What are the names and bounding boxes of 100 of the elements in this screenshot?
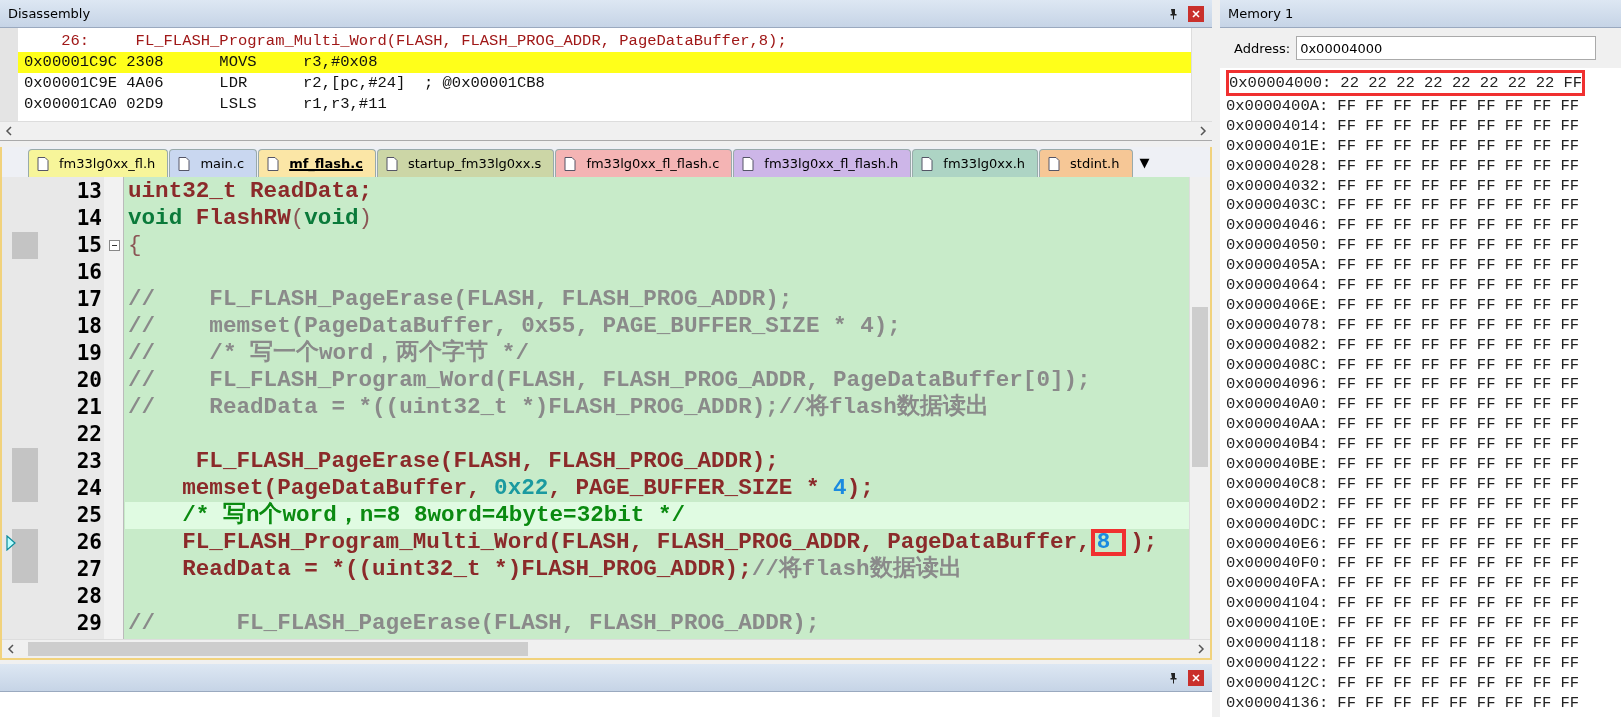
code-comment: /* 写n个word，n=8 8word=4byte=32bit */ bbox=[181, 502, 686, 528]
memory-bytes: FF FF FF FF FF FF FF FF FF bbox=[1337, 216, 1580, 237]
line-number: 14 bbox=[75, 205, 103, 232]
memory-bytes: FF FF FF FF FF FF FF FF FF bbox=[1337, 455, 1580, 475]
memory-address: 0x00004050: bbox=[1226, 236, 1329, 257]
line-number: 26 bbox=[75, 529, 103, 556]
scroll-left-icon[interactable] bbox=[7, 644, 15, 654]
code-text: FL_FLASH_PageErase(FLASH, FLASH_PROG_ADDR); bbox=[194, 448, 779, 474]
disassembly-line[interactable]: 0x00001CA0 02D9 LSLS r1,r3,#11 bbox=[18, 94, 1191, 115]
code-text: ) bbox=[358, 205, 373, 231]
pin-icon[interactable] bbox=[1168, 7, 1178, 20]
document-icon bbox=[1048, 156, 1061, 171]
memory-address: 0x000040E6: bbox=[1226, 534, 1329, 555]
memory-address: 0x0000408C: bbox=[1226, 355, 1329, 376]
memory-bytes: FF FF FF FF FF FF FF FF FF bbox=[1337, 335, 1580, 356]
line-number: 20 bbox=[75, 367, 103, 394]
memory-address: 0x0000412C: bbox=[1226, 673, 1329, 694]
close-icon[interactable] bbox=[1188, 669, 1204, 686]
memory-bytes: FF FF FF FF FF FF FF FF FF bbox=[1337, 236, 1580, 257]
memory-address: 0x0000401E: bbox=[1226, 136, 1329, 157]
document-icon bbox=[564, 156, 577, 171]
number-literal: 8 bbox=[1090, 529, 1127, 556]
line-number: 24 bbox=[75, 475, 103, 502]
line-number: 28 bbox=[75, 583, 103, 610]
line-number: 22 bbox=[75, 421, 103, 448]
vertical-scrollbar[interactable] bbox=[1189, 177, 1210, 639]
memory-bytes: FF FF FF FF FF FF FF FF FF bbox=[1337, 355, 1580, 376]
memory-address: 0x00004122: bbox=[1226, 653, 1329, 674]
scroll-thumb[interactable] bbox=[28, 642, 528, 656]
horizontal-scrollbar[interactable] bbox=[2, 639, 1210, 658]
address-field[interactable]: 0x00004000 bbox=[1296, 36, 1597, 60]
line-number: 29 bbox=[75, 610, 103, 637]
memory-address: 0x00004028: bbox=[1226, 156, 1329, 177]
horizontal-scrollbar[interactable] bbox=[0, 121, 1212, 140]
scroll-thumb[interactable] bbox=[1192, 307, 1208, 467]
memory-address: 0x0000400A: bbox=[1226, 97, 1329, 117]
file-tab[interactable]: startup_fm33lg0xx.s bbox=[376, 149, 555, 177]
memory-bytes: FF FF FF FF FF FF FF FF FF bbox=[1337, 156, 1580, 177]
code-text: memset(PageDataBuffer, bbox=[181, 475, 482, 501]
memory-bytes: FF FF FF FF FF FF FF FF FF bbox=[1337, 693, 1580, 714]
code-text: FL_FLASH_Program_Multi_Word(FLASH, FLASH_PROG_ADDR, PageDataBuffer, bbox=[181, 529, 1091, 555]
file-tab[interactable]: main.c bbox=[169, 149, 258, 177]
memory-address: 0x00004032: bbox=[1226, 176, 1329, 197]
code-comment: // memset(PageDataBuffer, 0x55, PAGE_BUFFER_SIZE * 4); bbox=[128, 313, 901, 339]
memory-address: 0x00004064: bbox=[1226, 276, 1329, 296]
pin-icon[interactable] bbox=[1168, 671, 1178, 684]
line-number: 19 bbox=[75, 340, 103, 367]
file-tab[interactable]: fm33lg0xx_fl.h bbox=[28, 149, 169, 177]
number-literal: 0x22 bbox=[494, 475, 549, 501]
code-comment: // FL_FLASH_Program_Word(FLASH, FLASH_PROG_ADDR, PageDataBuffer[0]); bbox=[128, 367, 1091, 393]
memory-address: 0x00004082: bbox=[1226, 335, 1329, 356]
code-text: ); bbox=[1130, 529, 1158, 555]
code-keyword: void bbox=[304, 205, 359, 231]
line-number: 13 bbox=[75, 178, 103, 205]
file-tab[interactable]: fm33lg0xx.h bbox=[912, 149, 1039, 177]
memory-bytes: FF FF FF FF FF FF FF FF FF bbox=[1337, 276, 1580, 296]
document-icon bbox=[178, 156, 191, 171]
memory-address: 0x000040A0: bbox=[1226, 395, 1329, 416]
line-number: 21 bbox=[75, 394, 103, 421]
code-text: uint32_t ReadData; bbox=[128, 178, 373, 204]
panel-title: Memory 1 bbox=[1228, 6, 1294, 21]
memory-bytes: FF FF FF FF FF FF FF FF FF bbox=[1337, 494, 1580, 515]
scroll-right-icon[interactable] bbox=[1199, 126, 1207, 136]
memory-address: 0x000040B4: bbox=[1226, 435, 1329, 456]
file-tab[interactable]: mf_flash.c bbox=[258, 149, 376, 177]
line-number: 25 bbox=[75, 502, 103, 529]
memory-bytes: FF FF FF FF FF FF FF FF FF bbox=[1337, 653, 1580, 674]
code-comment: // FL_FLASH_PageErase(FLASH, FLASH_PROG_ADDR); bbox=[128, 610, 820, 636]
memory-bytes: FF FF FF FF FF FF FF FF FF bbox=[1337, 256, 1580, 276]
file-tab[interactable]: fm33lg0xx_fl_flash.h bbox=[733, 149, 912, 177]
memory-bytes: FF FF FF FF FF FF FF FF FF bbox=[1337, 315, 1580, 336]
memory-address: 0x00004014: bbox=[1226, 116, 1329, 137]
collapse-icon[interactable] bbox=[108, 240, 120, 251]
memory-bytes: FF FF FF FF FF FF FF FF FF bbox=[1337, 614, 1580, 635]
disassembly-line[interactable]: 26: FL_FLASH_Program_Multi_Word(FLASH, FLASH_PROG_ADDR, PageDataBuffer,8); bbox=[18, 31, 1191, 52]
line-number: 27 bbox=[75, 556, 103, 583]
memory-address: 0x000040C8: bbox=[1226, 474, 1329, 495]
code-comment: // ReadData = *((uint32_t *)FLASH_PROG_ADDR);//将flash数据读出 bbox=[128, 394, 989, 420]
vertical-scrollbar[interactable] bbox=[1191, 28, 1212, 121]
scroll-left-icon[interactable] bbox=[5, 126, 13, 136]
tab-menu-button[interactable]: ▼ bbox=[1139, 154, 1150, 170]
memory-address: 0x00004000: bbox=[1229, 73, 1332, 93]
disassembly-line[interactable]: 0x00001C9E 4A06 LDR r2,[pc,#24] ; @0x00001CB8 bbox=[18, 73, 1191, 94]
memory-address: 0x000040DC: bbox=[1226, 514, 1329, 535]
memory-address: 0x0000403C: bbox=[1226, 196, 1329, 217]
memory-bytes: FF FF FF FF FF FF FF FF FF bbox=[1337, 395, 1580, 416]
scroll-right-icon[interactable] bbox=[1197, 644, 1205, 654]
memory-address: 0x000040AA: bbox=[1226, 415, 1329, 436]
memory-bytes: FF FF FF FF FF FF FF FF FF bbox=[1337, 176, 1580, 197]
memory-bytes: FF FF FF FF FF FF FF FF FF bbox=[1337, 136, 1580, 157]
close-icon[interactable] bbox=[1188, 5, 1204, 22]
number-literal: 4 bbox=[833, 475, 847, 501]
panel-title: Disassembly bbox=[8, 6, 91, 21]
line-number: 17 bbox=[75, 286, 103, 313]
file-tab[interactable]: fm33lg0xx_fl_flash.c bbox=[555, 149, 733, 177]
file-tab[interactable]: stdint.h bbox=[1039, 149, 1133, 177]
memory-bytes: FF FF FF FF FF FF FF FF FF bbox=[1337, 97, 1580, 117]
document-icon bbox=[921, 156, 934, 171]
memory-address: 0x0000410E: bbox=[1226, 614, 1329, 635]
code-comment: //将flash数据读出 bbox=[751, 556, 962, 582]
